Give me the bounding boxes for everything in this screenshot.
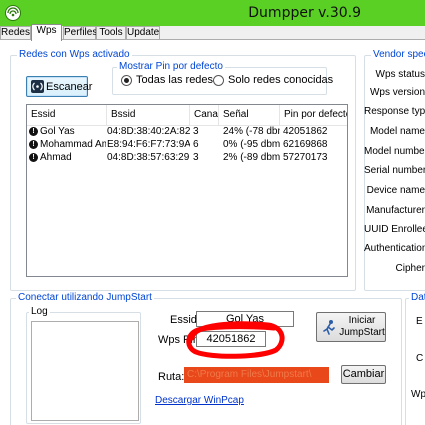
- jumpstart-icon: [323, 320, 335, 335]
- cell-senal: 2% (-89 dbm): [223, 152, 280, 163]
- datos-label-c: C: [416, 353, 424, 364]
- tab-wps[interactable]: Wps: [31, 24, 62, 41]
- ruta-field[interactable]: C:\Program Files\Jumpstart\: [184, 367, 329, 383]
- ruta-label: Ruta:: [158, 371, 185, 383]
- cell-canal: 6: [193, 139, 199, 150]
- vendor-label-cipher: Cipher: [395, 263, 425, 274]
- wps-tab-panel: Redes con Wps activado Escanear Mostrar …: [0, 39, 425, 425]
- download-winpcap-link[interactable]: Descargar WinPcap: [155, 395, 244, 406]
- cell-senal: 0% (-95 dbm): [223, 139, 280, 150]
- start-jumpstart-label: Iniciar JumpStart: [339, 315, 385, 338]
- tab-redes[interactable]: Redes: [0, 26, 31, 40]
- scan-button-label: Escanear: [46, 81, 93, 93]
- datos-label-wp: Wp: [411, 389, 425, 400]
- column-header-pin[interactable]: Pin por defecto: [280, 105, 347, 126]
- jumpstart-group-title: Conectar utilizando JumpStart: [16, 292, 154, 303]
- tab-strip: Redes Wps Perfiles Tools Update: [0, 24, 425, 41]
- radio-all-networks[interactable]: [121, 75, 132, 86]
- radio-known-networks[interactable]: [213, 75, 224, 86]
- vendor-label-uuid-enrollee: UUID Enrollee: [364, 224, 425, 235]
- start-jumpstart-button[interactable]: Iniciar JumpStart: [316, 312, 386, 342]
- column-header-senal[interactable]: Señal: [219, 105, 280, 126]
- column-header-canal[interactable]: Canal: [190, 105, 219, 126]
- vendor-specific-group-title: Vendor specific: [371, 49, 425, 60]
- table-row[interactable]: ! Ahmad 04:8D:38:57:63:29 3 2% (-89 dbm)…: [27, 151, 347, 164]
- info-icon: !: [29, 153, 38, 162]
- cell-pin: 57270173: [283, 152, 328, 163]
- datos-label-e: E: [416, 316, 423, 327]
- window-title: Dumpper v.30.9: [248, 5, 361, 21]
- vendor-label-serial-number: Serial number: [364, 165, 425, 176]
- vendor-label-manufacturer: Manufacturer: [366, 205, 425, 216]
- tab-perfiles[interactable]: Perfiles: [63, 26, 97, 40]
- vendor-label-wps-version: Wps version: [369, 87, 425, 98]
- vendor-label-response-type: Response type: [364, 106, 425, 117]
- log-textbox[interactable]: [31, 321, 139, 421]
- title-bar[interactable]: Dumpper v.30.9: [0, 0, 425, 26]
- radio-known-networks-label: Solo redes conocidas: [228, 74, 334, 86]
- cell-essid: Ahmad: [40, 152, 72, 163]
- cell-essid: Gol Yas: [40, 126, 75, 137]
- tab-tools[interactable]: Tools: [96, 26, 126, 40]
- vendor-label-wps-status: Wps status: [375, 69, 425, 80]
- wifi-icon: [31, 80, 44, 93]
- pin-default-group-title: Mostrar Pin por defecto: [117, 61, 225, 72]
- cell-canal: 3: [193, 126, 199, 137]
- vendor-label-device-name: Device name: [366, 185, 425, 196]
- column-header-bssid[interactable]: Bssid: [107, 105, 190, 126]
- info-icon: !: [29, 127, 38, 136]
- vendor-label-model-number: Model number: [364, 146, 425, 157]
- vendor-label-authentication: Authentication: [364, 243, 425, 254]
- highlight-annotation: [186, 321, 285, 359]
- info-icon: !: [29, 140, 38, 149]
- cell-canal: 3: [193, 152, 199, 163]
- datos-group-title: Datos: [409, 292, 425, 303]
- table-row[interactable]: ! Gol Yas 04:8D:38:40:2A:82 3 24% (-78 d…: [27, 125, 347, 138]
- cell-pin: 42051862: [283, 126, 328, 137]
- cell-bssid: E8:94:F6:F7:73:9A: [107, 139, 190, 150]
- cell-bssid: 04:8D:38:57:63:29: [107, 152, 190, 163]
- networks-table[interactable]: Essid Bssid Canal Señal Pin por defecto …: [26, 104, 348, 277]
- vendor-label-model-name: Model name: [369, 126, 425, 137]
- cell-bssid: 04:8D:38:40:2A:82: [107, 126, 190, 137]
- wps-networks-group-title: Redes con Wps activado: [17, 49, 132, 60]
- column-header-essid[interactable]: Essid: [27, 105, 107, 126]
- cell-essid: Mohammad Amin: [40, 139, 106, 150]
- tab-update[interactable]: Update: [126, 26, 160, 40]
- scan-button[interactable]: Escanear: [26, 76, 92, 97]
- cambiar-button[interactable]: Cambiar: [341, 365, 386, 384]
- log-group-title: Log: [29, 306, 50, 317]
- table-row[interactable]: ! Mohammad Amin E8:94:F6:F7:73:9A 6 0% (…: [27, 138, 347, 151]
- networks-table-header: Essid Bssid Canal Señal Pin por defecto: [27, 105, 347, 126]
- cell-senal: 24% (-78 dbm): [223, 126, 280, 137]
- cell-pin: 62169868: [283, 139, 328, 150]
- radio-all-networks-label: Todas las redes: [136, 74, 214, 86]
